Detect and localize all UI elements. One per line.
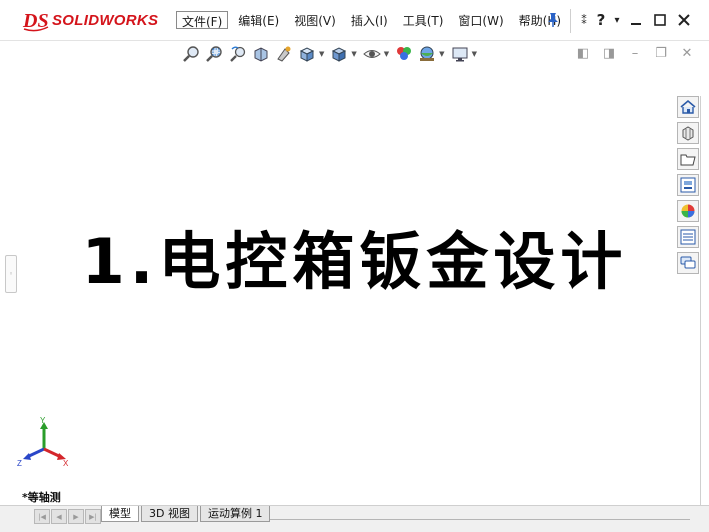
doc-minimize-button[interactable]: – (626, 44, 644, 62)
doc-close-button[interactable]: ✕ (678, 44, 696, 62)
task-pane-home-tab[interactable] (677, 96, 699, 118)
tab-motion-study-1[interactable]: 运动算例 1 (199, 506, 271, 522)
help-button[interactable]: ? (594, 10, 608, 30)
tile-left-button[interactable]: ◧ (574, 44, 592, 62)
view-palette-icon (680, 177, 696, 193)
hide-show-icon (363, 50, 381, 58)
zoom-to-fit-button[interactable] (182, 44, 202, 64)
display-style-dropdown-icon[interactable]: ▼ (351, 50, 356, 58)
tab-bar-divider (270, 519, 690, 520)
tab-3d-view[interactable]: 3D 视图 (141, 506, 198, 522)
view-tabs: 模型 3D 视图 运动算例 1 (101, 506, 272, 522)
main-title: 1.电控箱钣金设计 (81, 225, 628, 298)
design-library-icon (682, 126, 694, 141)
pin-menu-button[interactable] (546, 12, 560, 32)
view-settings-icon (452, 47, 468, 62)
dynamic-annotation-button[interactable] (274, 44, 294, 64)
menu-bar: 文件(F) 编辑(E) 视图(V) 插入(I) 工具(T) 窗口(W) 帮助(H… (176, 11, 571, 29)
zoom-to-fit-icon (183, 46, 199, 62)
window-controls: ⁑ ? ▾ (578, 10, 698, 30)
axis-x-label: X (63, 459, 69, 468)
logo-text: SOLIDWORKS (52, 11, 159, 29)
heads-up-view-toolbar: ▼ ▼ ▼ ▼ ▼ (182, 42, 482, 66)
view-settings-dropdown-icon[interactable]: ▼ (472, 50, 477, 58)
view-orientation-icon (299, 47, 315, 62)
menu-file[interactable]: 文件(F) (176, 11, 229, 29)
edit-appearance-button[interactable] (394, 44, 414, 64)
doc-restore-button[interactable]: ❐ (652, 44, 670, 62)
solidworks-logo[interactable]: DS SOLIDWORKS (22, 7, 158, 33)
pushpin-icon (548, 13, 558, 27)
section-view-button[interactable] (251, 44, 271, 64)
edit-appearance-icon (397, 47, 412, 60)
tab-navigation: |◀ ◀ ▶ ▶| (34, 509, 102, 524)
view-settings-button[interactable] (450, 44, 470, 64)
view-orientation-label: *等轴测 (22, 491, 61, 504)
hide-show-dropdown-icon[interactable]: ▼ (384, 50, 389, 58)
maximize-icon (654, 14, 666, 26)
axis-triad-icon: Y Z X (17, 416, 69, 468)
close-button[interactable] (674, 10, 694, 30)
dynamic-annotation-icon (277, 46, 291, 62)
title-bar: DS SOLIDWORKS 文件(F) 编辑(E) 视图(V) 插入(I) 工具… (0, 0, 709, 41)
ds-logo-icon: DS (22, 10, 49, 32)
last-tab-button[interactable]: ▶| (85, 509, 101, 524)
view-orientation-dropdown-icon[interactable]: ▼ (319, 50, 324, 58)
display-style-icon (332, 47, 347, 62)
previous-view-button[interactable] (228, 44, 248, 64)
first-tab-button[interactable]: |◀ (34, 509, 50, 524)
reference-triad: Y Z X (14, 414, 76, 472)
hide-show-items-button[interactable] (362, 44, 382, 64)
apply-scene-dropdown-icon[interactable]: ▼ (439, 50, 444, 58)
home-icon (680, 99, 696, 114)
menu-edit[interactable]: 编辑(E) (233, 11, 284, 29)
file-explorer-icon (680, 154, 696, 166)
section-view-icon (254, 47, 268, 62)
options-button[interactable]: ⁑ (578, 10, 590, 30)
next-tab-button[interactable]: ▶ (68, 509, 84, 524)
tab-model[interactable]: 模型 (101, 506, 139, 522)
minimize-button[interactable] (626, 10, 646, 30)
task-pane-view-palette-tab[interactable] (677, 174, 699, 196)
previous-view-icon (230, 46, 246, 62)
view-orientation-button[interactable] (297, 44, 317, 64)
appearances-icon (681, 204, 695, 218)
menu-window[interactable]: 窗口(W) (453, 11, 508, 29)
apply-scene-button[interactable] (417, 44, 437, 64)
maximize-button[interactable] (650, 10, 670, 30)
display-style-button[interactable] (329, 44, 349, 64)
menu-tools[interactable]: 工具(T) (398, 11, 449, 29)
help-dropdown-button[interactable]: ▾ (612, 10, 622, 30)
minimize-icon (631, 23, 641, 25)
axis-y-label: Y (40, 416, 46, 425)
apply-scene-icon (420, 46, 435, 61)
task-pane-file-explorer-tab[interactable] (677, 148, 699, 170)
task-pane-design-library-tab[interactable] (677, 122, 699, 144)
title-separator (570, 9, 571, 33)
menu-insert[interactable]: 插入(I) (346, 11, 393, 29)
document-window-controls: ◧ ◨ – ❐ ✕ (574, 44, 704, 62)
zoom-to-area-icon (206, 46, 222, 62)
bottom-tab-bar: |◀ ◀ ▶ ▶| 模型 3D 视图 运动算例 1 (0, 505, 709, 532)
close-icon (678, 14, 690, 26)
tile-right-button[interactable]: ◨ (600, 44, 618, 62)
task-pane-appearances-tab[interactable] (677, 200, 699, 222)
menu-view[interactable]: 视图(V) (289, 11, 341, 29)
zoom-to-area-button[interactable] (205, 44, 225, 64)
axis-z-label: Z (17, 459, 22, 468)
prev-tab-button[interactable]: ◀ (51, 509, 67, 524)
